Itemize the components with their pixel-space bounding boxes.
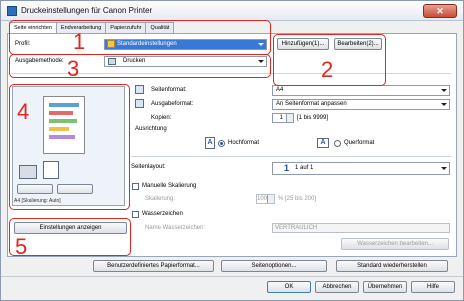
help-button[interactable]: Hilfe [411,281,455,293]
spin-arrows-icon[interactable] [286,114,293,122]
manual-scaling-label: Manuelle Skalierung [142,183,197,189]
callout-box-3 [9,54,271,78]
scaling-range: % [25 bis 200] [278,196,317,202]
page-layout-label: Seitenlayout: [131,164,166,170]
callout-number-5: 5 [15,234,28,259]
callout-number-2: 2 [321,57,334,82]
chevron-down-icon [441,89,447,92]
scaling-label: Skalierung: [145,196,176,202]
portrait-icon: A [205,137,215,149]
watermark-label: Wasserzeichen [142,211,183,217]
ok-button[interactable]: OK [267,281,311,293]
scaling-value: 100 [257,196,268,202]
chevron-down-icon [441,103,447,106]
landscape-label: Querformat [344,140,375,146]
printer-preferences-window: Druckeinstellungen für Canon Printer ✕ S… [0,0,464,301]
copies-label: Kopien: [151,115,172,121]
spin-arrows-icon[interactable] [267,195,274,203]
callout-number-1: 1 [73,29,86,54]
copies-value: 1 [279,115,283,121]
page-layout-number: 1 [284,163,290,173]
output-size-label: Ausgabeformat: [151,101,194,107]
callout-box-1 [9,20,271,55]
page-layout-dropdown[interactable]: 1 auf 1 [272,162,450,175]
output-size-dropdown[interactable]: An Seitenformat anpassen [272,99,450,110]
scaling-spinbox[interactable]: 100 [256,194,275,204]
output-size-icon [135,99,144,108]
copies-range: [1 bis 9999] [297,115,329,121]
callout-number-4: 4 [17,99,30,124]
apply-button[interactable]: Übernehmen [363,281,407,293]
chevron-down-icon [441,167,447,170]
close-button[interactable]: ✕ [423,4,457,18]
manual-scaling-checkbox[interactable] [132,183,139,190]
callout-box-5 [9,218,131,256]
portrait-label: Hochformat [228,140,260,146]
watermark-checkbox[interactable] [132,211,139,218]
divider [131,156,451,157]
watermark-name-dropdown[interactable]: VERTRAULICH [272,223,450,233]
landscape-radio[interactable] [334,140,341,147]
window-title: Druckeinstellungen für Canon Printer [21,6,153,15]
title-bar: Druckeinstellungen für Canon Printer ✕ [1,1,463,21]
page-size-dropdown[interactable]: A4 [272,85,450,96]
orientation-label: Ausrichtung [135,126,167,132]
landscape-icon: A [317,138,329,148]
page-size-value: A4 [276,87,284,93]
divider [1,276,463,277]
page-size-label: Seitenformat: [151,87,187,93]
printer-icon [7,6,17,16]
callout-number-3: 3 [67,56,80,81]
cancel-button[interactable]: Abbrechen [315,281,359,293]
edit-watermark-button[interactable]: Wasserzeichen bearbeiten... [341,238,449,250]
restore-defaults-button[interactable]: Standard wiederherstellen [336,260,448,272]
page-layout-value: 1 auf 1 [295,165,314,171]
portrait-radio[interactable] [218,140,225,147]
watermark-name-value: VERTRAULICH [275,225,318,231]
page-size-icon [135,85,144,94]
copies-spinbox[interactable]: 1 [272,113,294,123]
watermark-name-label: Name Wasserzeichen: [145,225,206,231]
custom-paper-size-button[interactable]: Benutzerdefiniertes Papierformat... [93,260,214,272]
page-options-button[interactable]: Seitenoptionen... [221,260,327,272]
output-size-value: An Seitenformat anpassen [276,101,347,107]
